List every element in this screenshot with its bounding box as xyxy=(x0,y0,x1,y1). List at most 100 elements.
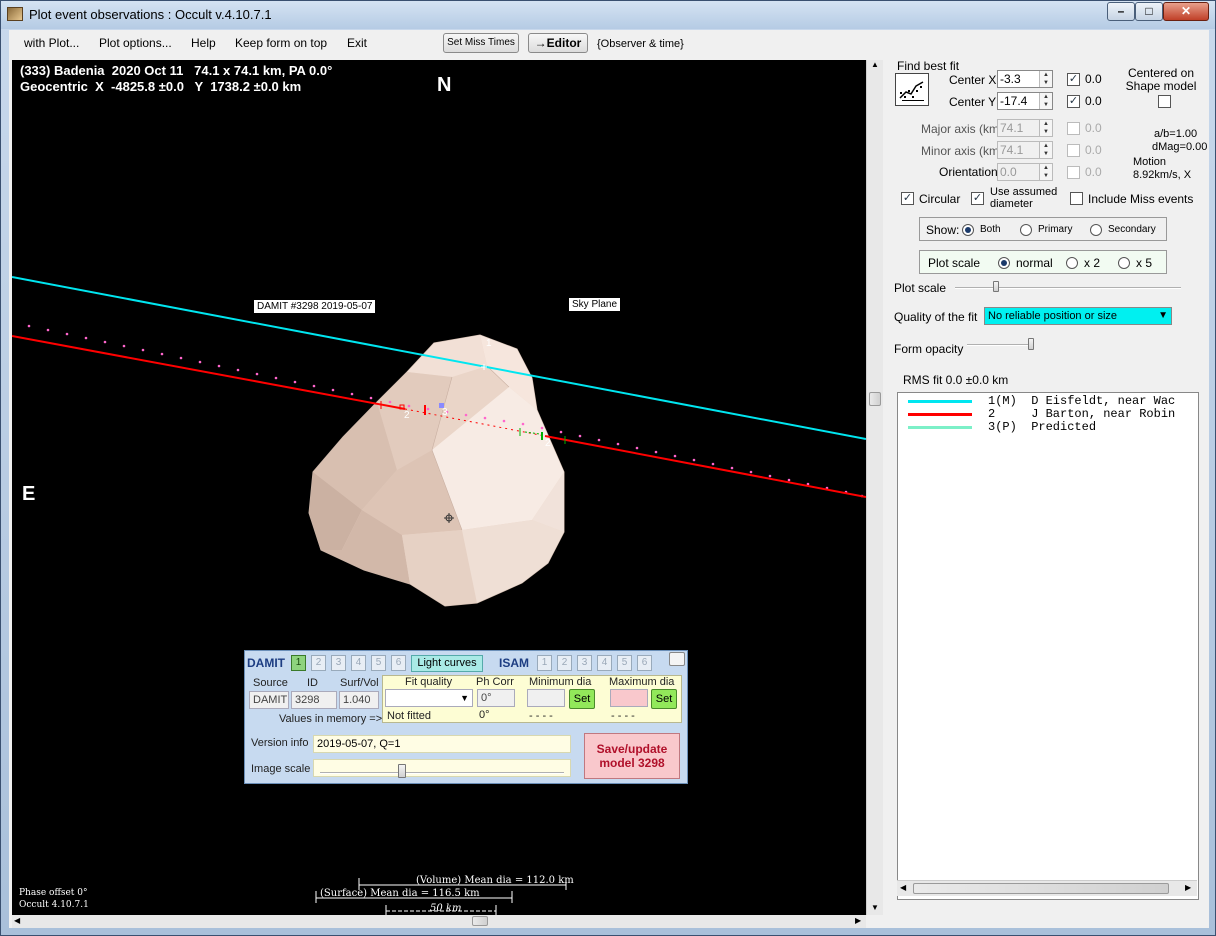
damit-model-2-button[interactable]: 2 xyxy=(311,655,326,671)
min-dia-set-button[interactable]: Set xyxy=(569,689,595,709)
scroll-right-icon[interactable]: ▶ xyxy=(855,916,861,925)
show-primary-radio[interactable] xyxy=(1020,224,1032,236)
maximize-button[interactable]: □ xyxy=(1135,2,1163,21)
menu-help[interactable]: Help xyxy=(191,36,216,50)
close-button[interactable]: ✕ xyxy=(1163,2,1209,21)
plot-area[interactable]: (333) Badenia 2020 Oct 11 74.1 x 74.1 km… xyxy=(12,60,866,915)
plot-scale-x5-radio[interactable] xyxy=(1118,257,1130,269)
dmag: dMag=0.00 xyxy=(1152,141,1208,153)
center-y-fit-value: 0.0 xyxy=(1085,94,1102,108)
spinner-icon[interactable]: ▲ ▼ xyxy=(1039,164,1052,180)
plot-vertical-scrollbar[interactable]: ▲ ▼ xyxy=(866,60,883,915)
plot-scale-slider[interactable] xyxy=(955,287,1181,289)
damit-model-5-button[interactable]: 5 xyxy=(371,655,386,671)
orientation-input[interactable]: 0.0 ▲ ▼ xyxy=(997,163,1053,181)
set-miss-times-button[interactable]: Set Miss Times xyxy=(443,33,519,53)
observer-list[interactable]: 1(M) D Eisfeldt, near Wac 2 J Barton, ne… xyxy=(897,392,1199,900)
center-y-input[interactable]: -17.4 ▲ ▼ xyxy=(997,92,1053,110)
menu-with-plot[interactable]: with Plot... xyxy=(24,36,79,50)
max-dia-set-button[interactable]: Set xyxy=(651,689,677,709)
plot-scale-normal-label: normal xyxy=(1016,256,1053,270)
centered-on-shape-label: Centered on Shape model xyxy=(1125,66,1197,93)
version-info-value[interactable]: 2019-05-07, Q=1 xyxy=(313,735,571,753)
show-secondary-radio[interactable] xyxy=(1090,224,1102,236)
scroll-left-icon[interactable]: ◀ xyxy=(14,916,20,925)
menu-keep-on-top[interactable]: Keep form on top xyxy=(235,36,327,50)
minor-axis-fit-checkbox[interactable] xyxy=(1067,144,1080,157)
plot-header-line1: (333) Badenia 2020 Oct 11 74.1 x 74.1 km… xyxy=(20,63,333,78)
vscroll-thumb[interactable] xyxy=(869,392,881,406)
minimize-button[interactable]: – xyxy=(1107,2,1135,21)
form-opacity-slider[interactable] xyxy=(967,344,1033,346)
center-x-input[interactable]: -3.3 ▲ ▼ xyxy=(997,70,1053,88)
editor-button[interactable]: →Editor xyxy=(528,33,588,53)
centered-on-shape-checkbox[interactable] xyxy=(1158,95,1171,108)
chord-label-1: 1 xyxy=(486,338,492,349)
damit-model-3-button[interactable]: 3 xyxy=(331,655,346,671)
fit-quality-select[interactable]: ▼ xyxy=(385,689,473,707)
isam-model-5-button[interactable]: 5 xyxy=(617,655,632,671)
save-update-model-button[interactable]: Save/update model 3298 xyxy=(584,733,680,779)
quality-select[interactable]: No reliable position or size ▼ xyxy=(984,307,1172,325)
find-best-fit-button[interactable] xyxy=(895,73,929,106)
orientation-fit-checkbox[interactable] xyxy=(1067,166,1080,179)
use-assumed-diameter-checkbox[interactable]: ✓ xyxy=(971,192,984,205)
scroll-up-icon[interactable]: ▲ xyxy=(871,60,879,69)
scroll-down-icon[interactable]: ▼ xyxy=(871,903,879,912)
isam-model-3-button[interactable]: 3 xyxy=(577,655,592,671)
plot-scale-normal-radio[interactable] xyxy=(998,257,1010,269)
rms-fit-label: RMS fit 0.0 ±0.0 km xyxy=(903,373,1009,387)
plot-scale-thumb[interactable] xyxy=(993,281,999,292)
major-axis-fit-checkbox[interactable] xyxy=(1067,122,1080,135)
isam-model-4-button[interactable]: 4 xyxy=(597,655,612,671)
ph-corr-value[interactable]: 0° xyxy=(477,689,515,707)
show-both-radio[interactable] xyxy=(962,224,974,236)
orientation-label: Orientation xyxy=(939,165,998,179)
damit-model-1-button[interactable]: 1 xyxy=(291,655,306,671)
max-dia-input[interactable] xyxy=(610,689,648,707)
isam-model-1-button[interactable]: 1 xyxy=(537,655,552,671)
major-axis-input[interactable]: 74.1 ▲ ▼ xyxy=(997,119,1053,137)
isam-model-2-button[interactable]: 2 xyxy=(557,655,572,671)
spinner-icon[interactable]: ▲ ▼ xyxy=(1039,142,1052,158)
isam-label: ISAM xyxy=(499,656,529,670)
include-miss-events-checkbox[interactable] xyxy=(1070,192,1083,205)
form-opacity-thumb[interactable] xyxy=(1028,338,1034,350)
scroll-left-icon[interactable]: ◀ xyxy=(900,883,906,892)
circular-label: Circular xyxy=(919,192,961,206)
chord-2-line-left xyxy=(12,335,406,410)
sky-plane-tag: Sky Plane xyxy=(568,297,622,312)
plot-scale-x2-radio[interactable] xyxy=(1066,257,1078,269)
center-x-fit-checkbox[interactable]: ✓ xyxy=(1067,73,1080,86)
image-scale-thumb[interactable] xyxy=(397,764,406,778)
minor-axis-label: Minor axis (km) xyxy=(921,144,1004,158)
plot-scale-slider-label: Plot scale xyxy=(894,281,947,295)
center-y-fit-checkbox[interactable]: ✓ xyxy=(1067,95,1080,108)
spinner-icon[interactable]: ▲ ▼ xyxy=(1039,93,1052,109)
image-scale-slider[interactable] xyxy=(313,759,571,778)
observer-row-3[interactable]: 3(P) Predicted xyxy=(908,420,1096,476)
spinner-icon[interactable]: ▲ ▼ xyxy=(1039,71,1052,87)
observer-list-scrollbar[interactable]: ◀ ▶ xyxy=(897,880,1197,896)
show-label: Show: xyxy=(926,223,960,237)
app-icon xyxy=(7,7,23,21)
menu-plot-options[interactable]: Plot options... xyxy=(99,36,172,50)
damit-model-6-button[interactable]: 6 xyxy=(391,655,406,671)
menu-exit[interactable]: Exit xyxy=(347,36,367,50)
spinner-icon[interactable]: ▲ ▼ xyxy=(1039,120,1052,136)
plot-horizontal-scrollbar[interactable]: ◀ ▶ xyxy=(12,915,866,928)
hscroll-thumb[interactable] xyxy=(472,916,488,926)
minor-axis-input[interactable]: 74.1 ▲ ▼ xyxy=(997,141,1053,159)
light-curves-button[interactable]: Light curves xyxy=(411,655,483,672)
minimize-icon: – xyxy=(1117,4,1125,18)
min-dia-input[interactable] xyxy=(527,689,565,707)
isam-model-6-button[interactable]: 6 xyxy=(637,655,652,671)
version-info-label: Version info xyxy=(251,737,309,749)
list-scroll-thumb[interactable] xyxy=(913,883,1169,894)
chord-2-line-right xyxy=(544,435,866,498)
damit-model-4-button[interactable]: 4 xyxy=(351,655,366,671)
plot-scale-group: Plot scale normal x 2 x 5 xyxy=(919,250,1167,274)
circular-checkbox[interactable]: ✓ xyxy=(901,192,914,205)
damit-panel-toggle[interactable] xyxy=(669,652,685,666)
scroll-right-icon[interactable]: ▶ xyxy=(1185,883,1191,892)
